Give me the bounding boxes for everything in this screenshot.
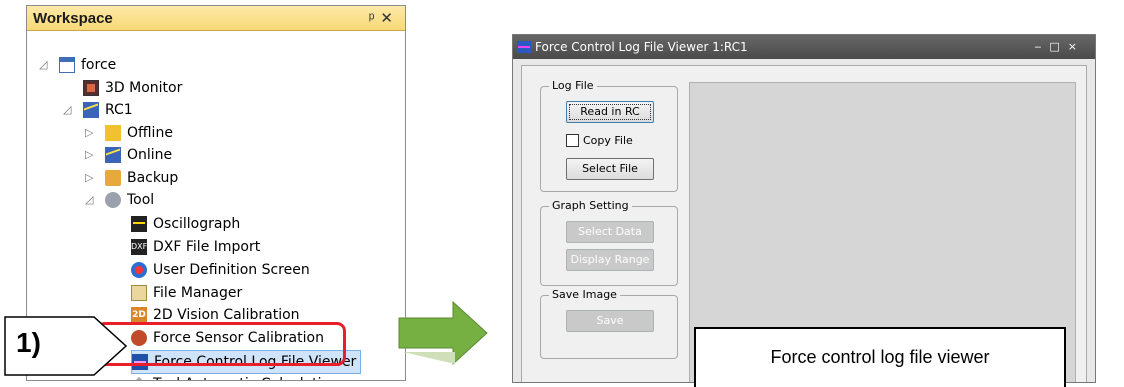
checkbox-box[interactable] [566, 134, 579, 147]
tree-item-label: RC1 [105, 102, 133, 118]
save-image-group: Save Image Save [540, 288, 678, 359]
tree-item-label: Tool Automatic Calculation [153, 376, 339, 380]
tree-item[interactable]: Tool Automatic Calculation [131, 373, 339, 380]
display-range-button[interactable]: Display Range [566, 249, 654, 271]
backup-icon [105, 170, 121, 186]
2d-vision-icon: 2D [131, 307, 147, 323]
tree-item[interactable]: force [59, 54, 116, 76]
maximize-icon[interactable]: □ [1049, 40, 1067, 53]
robot-controller-icon [83, 102, 99, 118]
pin-icon[interactable]: ᵖ [369, 10, 381, 27]
expand-arrow-open-icon[interactable]: ◿ [63, 103, 71, 116]
online-icon [105, 147, 121, 163]
tree-item[interactable]: 3D Monitor [83, 77, 182, 99]
tree-item[interactable]: Tool [105, 189, 154, 211]
tree-item[interactable]: DXF DXF File Import [131, 236, 260, 258]
tool-icon [105, 192, 121, 208]
minimize-icon[interactable]: ‒ [1034, 40, 1049, 53]
viewer-app-icon [517, 41, 531, 53]
tree-item[interactable]: Backup [105, 167, 178, 189]
log-file-label: Log File [549, 79, 597, 92]
tree-item-label: Online [127, 147, 173, 163]
tree-item-label: Offline [127, 125, 173, 141]
graph-setting-group: Graph Setting Select Data Display Range [540, 199, 678, 286]
green-arrow [398, 300, 488, 366]
expand-arrow-closed-icon[interactable]: ▷ [85, 148, 93, 161]
oscillograph-icon [131, 216, 147, 232]
expand-arrow-open-icon[interactable]: ◿ [39, 58, 47, 71]
tree-item[interactable]: Oscillograph [131, 213, 240, 235]
tree-item[interactable]: File Manager [131, 282, 242, 304]
expand-arrow-closed-icon[interactable]: ▷ [85, 126, 93, 139]
panel-controls: ᵖ✕ [369, 9, 399, 27]
tree-item-label: force [81, 57, 117, 73]
tree-item-label: DXF File Import [153, 239, 261, 255]
dxf-icon: DXF [131, 239, 147, 255]
tree-item-label: Oscillograph [153, 216, 241, 232]
log-file-group: Log File Read in RC Copy File Select Fil… [540, 79, 678, 192]
offline-icon [105, 125, 121, 141]
file-manager-icon [131, 285, 147, 301]
expand-arrow-closed-icon[interactable]: ▷ [85, 171, 93, 184]
window-controls: ‒□× [1034, 40, 1085, 53]
tree-item-label: 3D Monitor [105, 80, 183, 96]
read-in-rc-button[interactable]: Read in RC [566, 101, 654, 123]
select-data-button[interactable]: Select Data [566, 221, 654, 243]
select-file-button[interactable]: Select File [566, 158, 654, 180]
tree-item-label: File Manager [153, 285, 243, 301]
user-definition-icon [131, 262, 147, 278]
project-icon [59, 57, 75, 73]
copy-file-label: Copy File [583, 134, 633, 147]
workspace-header: Workspace ᵖ✕ [27, 6, 405, 31]
tool-calc-icon [131, 376, 147, 380]
copy-file-checkbox[interactable]: Copy File [566, 134, 633, 147]
tree-item-label: Tool [127, 192, 155, 208]
tree-item-label: User Definition Screen [153, 262, 310, 278]
caption-box: Force control log file viewer [694, 327, 1066, 387]
close-icon[interactable]: × [1068, 40, 1085, 53]
tree-item[interactable]: Offline [105, 122, 173, 144]
close-icon[interactable]: ✕ [380, 10, 399, 27]
window-titlebar[interactable]: Force Control Log File Viewer 1:RC1 ‒□× [513, 35, 1095, 59]
tree-item-label: 2D Vision Calibration [153, 307, 300, 323]
window-title: Force Control Log File Viewer 1:RC1 [535, 40, 748, 54]
callout-label: 1) [16, 327, 41, 358]
highlight-box [96, 322, 346, 366]
graph-setting-label: Graph Setting [549, 199, 632, 212]
tree-item[interactable]: User Definition Screen [131, 259, 310, 281]
caption-text: Force control log file viewer [770, 347, 990, 367]
3d-monitor-icon [83, 80, 99, 96]
tree-item[interactable]: RC1 [83, 99, 133, 121]
workspace-title: Workspace [33, 9, 113, 27]
expand-arrow-open-icon[interactable]: ◿ [85, 193, 93, 206]
save-image-label: Save Image [549, 288, 620, 301]
tree-item[interactable]: Online [105, 144, 172, 166]
tree-item-label: Backup [127, 170, 179, 186]
save-button[interactable]: Save [566, 310, 654, 332]
